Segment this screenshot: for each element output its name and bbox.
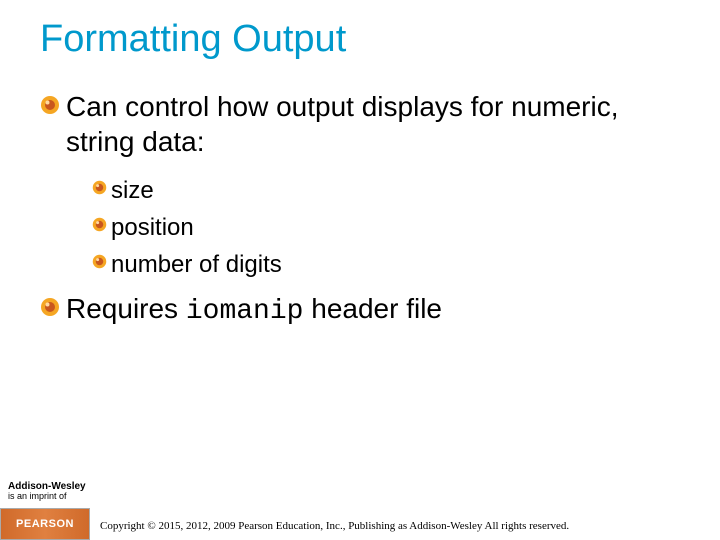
- bullet-level1: Requires iomanip header file: [40, 291, 680, 329]
- bullet-icon: [92, 217, 107, 237]
- bullet-icon: [92, 254, 107, 274]
- imprint-line: is an imprint of: [8, 492, 86, 502]
- bullet-icon: [92, 180, 107, 200]
- copyright-text: Copyright © 2015, 2012, 2009 Pearson Edu…: [100, 520, 569, 532]
- bullet-icon: [40, 95, 60, 120]
- code-text: iomanip: [186, 296, 304, 327]
- text-part: header file: [303, 293, 442, 324]
- slide-title: Formatting Output: [40, 18, 680, 61]
- bullet-level2: position: [92, 212, 680, 243]
- footer: Addison-Wesley is an imprint of PEARSON …: [0, 480, 720, 540]
- text-part: Requires: [66, 293, 186, 324]
- bullet-text: number of digits: [111, 249, 282, 280]
- bullet-text: position: [111, 212, 194, 243]
- bullet-level2: number of digits: [92, 249, 680, 280]
- pearson-logo: PEARSON: [0, 508, 90, 540]
- bullet-text: Can control how output displays for nume…: [66, 89, 680, 159]
- bullet-text: Requires iomanip header file: [66, 291, 442, 329]
- bullet-text: size: [111, 175, 154, 206]
- bullet-level1: Can control how output displays for nume…: [40, 89, 680, 159]
- bullet-level2: size: [92, 175, 680, 206]
- bullet-icon: [40, 297, 60, 322]
- imprint-block: Addison-Wesley is an imprint of: [8, 481, 86, 502]
